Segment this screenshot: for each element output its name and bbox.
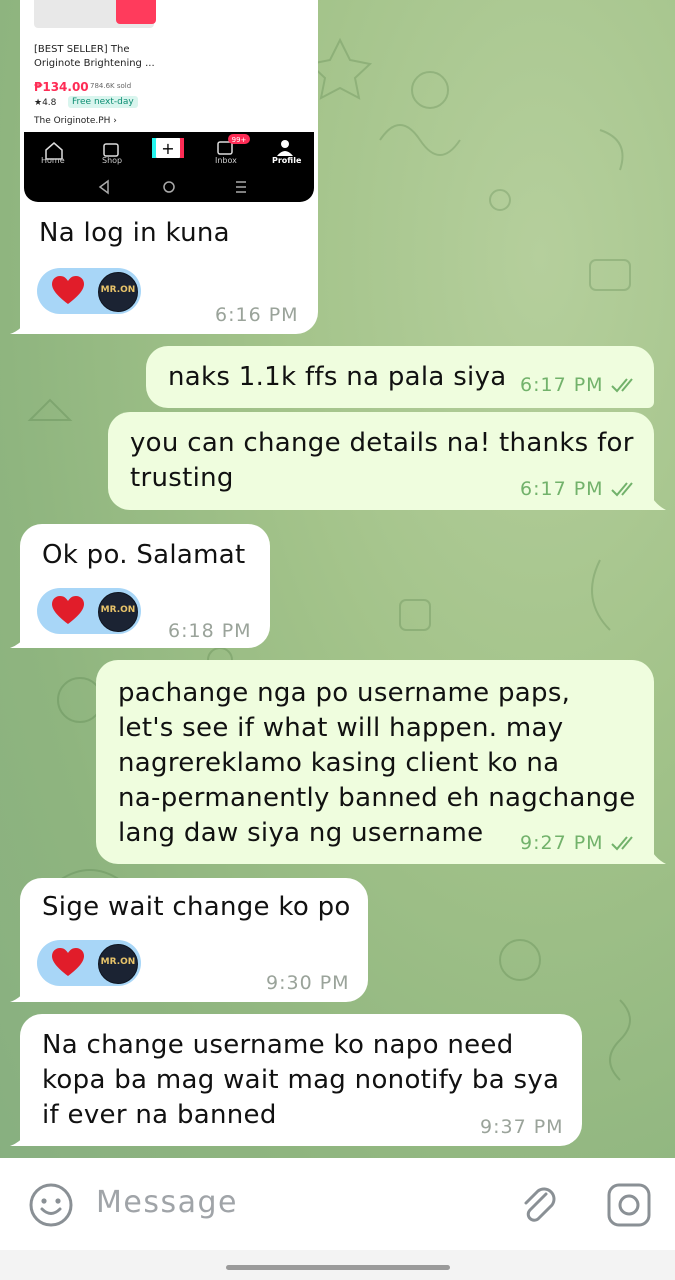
nav-shop: Shop xyxy=(102,156,123,165)
product-rating: ★4.8 xyxy=(34,98,57,108)
attach-icon[interactable] xyxy=(516,1182,562,1228)
message-bubble-incoming[interactable]: Na change username ko napo need kopa ba … xyxy=(20,1014,582,1146)
android-nav-buttons xyxy=(98,179,246,195)
product-card: [BEST SELLER] The Originote Brightening … xyxy=(24,0,314,132)
heart-icon xyxy=(52,948,84,976)
message-text: Ok po. Salamat xyxy=(42,540,246,570)
message-time: 9:27 PM xyxy=(520,832,604,854)
nav-home: Home xyxy=(41,156,65,165)
svg-text:+: + xyxy=(161,139,174,158)
inbox-badge: 99+ xyxy=(232,136,247,144)
message-bubble-incoming[interactable]: Sige wait change ko po MR.ON 9:30 PM xyxy=(20,878,368,1002)
avatar: MR.ON xyxy=(98,272,138,312)
message-time: 6:18 PM xyxy=(168,620,252,642)
heart-icon xyxy=(52,276,84,304)
nav-icons: + 99+ xyxy=(45,134,293,160)
promo-badge xyxy=(116,0,156,24)
message-time: 6:17 PM xyxy=(520,374,604,396)
message-time: 9:37 PM xyxy=(480,1116,564,1138)
shop-name: The Originote.PH › xyxy=(34,116,117,126)
shipping-badge: Free next-day xyxy=(68,96,138,108)
nav-inbox: Inbox xyxy=(215,156,237,165)
system-nav-bar xyxy=(0,1250,675,1280)
message-bubble-incoming[interactable]: [BEST SELLER] The Originote Brightening … xyxy=(20,0,318,334)
bubble-tail xyxy=(648,490,666,510)
message-input[interactable]: Message xyxy=(96,1185,238,1220)
reaction-pill[interactable]: MR.ON xyxy=(37,588,141,634)
message-time: 9:30 PM xyxy=(266,972,350,994)
bubble-tail xyxy=(10,1128,30,1146)
message-bubble-outgoing[interactable]: pachange nga po username paps, let's see… xyxy=(96,660,654,864)
message-bubble-outgoing[interactable]: naks 1.1k ffs na pala siya 6:17 PM xyxy=(146,346,654,408)
message-text: pachange nga po username paps, let's see… xyxy=(118,678,636,848)
product-sold: 784.6K sold xyxy=(90,82,132,90)
message-time: 6:17 PM xyxy=(520,478,604,500)
nav-profile: Profile xyxy=(272,156,302,165)
reaction-pill[interactable]: MR.ON xyxy=(37,940,141,986)
camera-icon[interactable] xyxy=(606,1182,654,1228)
bubble-tail xyxy=(10,984,30,1002)
read-checkmarks-icon xyxy=(611,482,633,497)
read-checkmarks-icon xyxy=(611,378,633,393)
message-time: 6:16 PM xyxy=(215,304,299,326)
avatar: MR.ON xyxy=(98,592,138,632)
bubble-tail xyxy=(10,316,30,334)
reaction-pill[interactable]: MR.ON xyxy=(37,268,141,314)
emoji-icon[interactable] xyxy=(28,1182,74,1228)
product-price: ₱134.00 xyxy=(34,80,89,94)
bubble-tail xyxy=(10,630,30,648)
read-checkmarks-icon xyxy=(611,836,633,851)
product-title-line1: [BEST SELLER] The xyxy=(34,44,130,55)
tiktok-bottom-nav: + 99+ xyxy=(24,132,314,168)
heart-icon xyxy=(52,596,84,624)
home-indicator[interactable] xyxy=(226,1265,450,1270)
message-bubble-incoming[interactable]: Ok po. Salamat MR.ON 6:18 PM xyxy=(20,524,270,648)
message-text: Na log in kuna xyxy=(39,218,230,248)
avatar: MR.ON xyxy=(98,944,138,984)
product-title-line2: Originote Brightening ... xyxy=(34,58,155,69)
message-bubble-outgoing[interactable]: you can change details na! thanks for tr… xyxy=(108,412,654,510)
bubble-tail xyxy=(648,844,666,864)
embedded-screenshot-image[interactable]: [BEST SELLER] The Originote Brightening … xyxy=(24,0,314,202)
message-text: Sige wait change ko po xyxy=(42,892,351,922)
message-text: naks 1.1k ffs na pala siya xyxy=(168,362,507,392)
